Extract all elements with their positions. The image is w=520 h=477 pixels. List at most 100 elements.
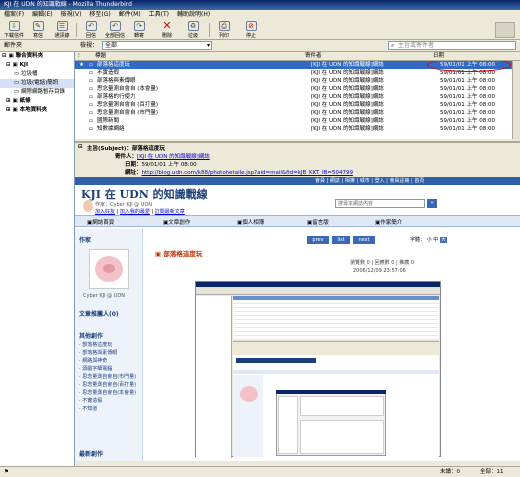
message-header-pane: ⊟ 主旨(Subject)：部落格這度玩 寄件人：[KJI 在 UDN 的知識戰… — [75, 141, 520, 177]
status-bar: ⚑ 未讀：0 全部：11 — [0, 466, 520, 477]
blog-author-line: 作家：Cyber KJI @ UDN — [95, 202, 153, 208]
message-row[interactable]: ▫ 知數據網絡 [KJI 在 UDN 的知識戰線]網誌 59/01/01 上午 08:… — [75, 125, 512, 133]
message-list: ★ ▫ 部落格這度玩 [KJI 在 UDN 的知識戰線]網誌 59/01/01 上午 0… — [75, 61, 512, 139]
message-row[interactable]: ▫ 思念量測自會自 (百打量) [KJI 在 UDN 的知識戰線]網誌 59/01/0… — [75, 101, 512, 109]
list-item[interactable]: · 不知道 — [79, 405, 136, 413]
author-name[interactable]: Cyber KJI @ UDN — [83, 293, 125, 299]
list-item[interactable]: · 不實造假 — [79, 397, 136, 405]
junk-icon: ♻ — [187, 21, 199, 31]
list-item[interactable]: · 思念量測自會自(百打量) — [79, 381, 136, 389]
message-row[interactable]: ▫ 思念量測自會自 (市門量) [KJI 在 UDN 的知識戰線]網誌 59/01/0… — [75, 109, 512, 117]
folder-item[interactable]: ⊞ ▣ 紙條 — [0, 97, 74, 106]
thread-column-icon[interactable]: ⁝ — [78, 52, 80, 61]
fans-section-title: 文章推薦人(0) — [79, 311, 119, 318]
address-book-icon: ☰ — [56, 21, 68, 31]
tab-guestbook[interactable]: ▣留言版 — [307, 218, 329, 226]
list-item[interactable]: · 部落格與素傳眼 — [79, 349, 136, 357]
message-row[interactable]: ▫ 思念量測自會自 (本會量) [KJI 在 UDN 的知識戰線]網誌 59/01/0… — [75, 85, 512, 93]
message-list-scrollbar[interactable] — [512, 61, 520, 139]
menu-go[interactable]: 移至(G) — [85, 10, 114, 20]
search-icon: ⌕ — [391, 42, 395, 49]
search-input[interactable]: ⌕ 主旨或寄件者 — [388, 41, 516, 50]
folder-pane: ⊟ ▣ 聯合資料夾 ⊟ ▣ KJI ▭ 垃圾桶 ▭ 垃圾(電話)簡訊 ▭ 網際網… — [0, 52, 75, 477]
print-button[interactable]: ⎙ 列印 — [213, 21, 235, 39]
list-item[interactable]: · 思念量測自會自(市門量) — [79, 373, 136, 381]
download-button[interactable]: ⇩ 下載信件 — [3, 21, 25, 39]
window-title: KJI 在 UDN 的知識戰線 - Mozilla Thunderbird — [0, 0, 520, 10]
tab-blog-home[interactable]: ▣網誌首頁 — [87, 218, 114, 226]
avatar-icon — [83, 200, 93, 212]
tab-album[interactable]: ▣個人相簿 — [237, 218, 264, 226]
article-meta: 瀏覽數 0 | 回應數 0 | 推薦 0 — [350, 260, 415, 266]
reply-button[interactable]: ↶ 回信 — [80, 21, 102, 39]
blog-title: KJI 在 UDN 的知識戰線 — [81, 188, 208, 201]
list-item[interactable]: · 思念量測自會自(本會量) — [79, 389, 136, 397]
list-item[interactable]: · 頭戲字細電腦 — [79, 365, 136, 373]
sender-column-header[interactable]: 寄件者 — [305, 52, 322, 61]
tab-articles[interactable]: ▣文章創作 — [163, 218, 190, 226]
folder-item[interactable]: ⊞ ▣ 本地資料夾 — [0, 106, 74, 115]
author-section-title: 作家 — [79, 237, 92, 244]
message-row[interactable]: ▫ 國際新聞 [KJI 在 UDN 的知識戰線]網誌 59/01/01 上午 08:0… — [75, 117, 512, 125]
toolbar: ⇩ 下載信件 ✎ 寫信 ☰ 通訊錄 ↶ 回信 ↶ 全部回信 ↷ 轉寄 ✕ 刪除 ♻ 垃圾 ⎙ 列印… — [0, 20, 520, 40]
folder-item[interactable]: ▭ 垃圾桶 — [0, 70, 74, 79]
address-book-button[interactable]: ☰ 通訊錄 — [51, 21, 73, 39]
stop-button[interactable]: ⊘ 停止 — [240, 21, 262, 39]
collapse-header-icon[interactable]: ⊟ — [78, 144, 83, 150]
message-list-header: ⁝ 標題 寄件者 日期 — [75, 52, 520, 61]
throbber-icon — [495, 22, 515, 38]
blog-preview: 會員 | 網誌 | 相簿 | 城市 | 登入 | 會員註冊 | 首頁 KJI 在… — [75, 177, 520, 461]
blog-search-input[interactable]: 搜尋本網誌內容 — [335, 199, 425, 208]
menu-message[interactable]: 郵件(M) — [115, 10, 145, 20]
other-works-list: · 部落格這度玩 · 部落格與素傳眼 · 網路與神奇 · 頭戲字細電腦 · 思念… — [79, 341, 136, 413]
folder-item[interactable]: ⊟ ▣ 聯合資料夾 — [0, 52, 74, 61]
tab-profile[interactable]: ▣作家簡介 — [375, 218, 402, 226]
font-size-control: 字體： 小 中 大 — [410, 237, 447, 243]
status-icon: ⚑ — [4, 469, 9, 475]
menu-view[interactable]: 檢視(V) — [57, 10, 86, 20]
menu-file[interactable]: 檔案(F) — [0, 10, 28, 20]
blog-sidebar: 作家 Cyber KJI @ UDN 文章推薦人(0) 其他創作 · 部落格這度… — [75, 229, 143, 461]
reply-all-icon: ↶ — [109, 21, 121, 31]
junk-button[interactable]: ♻ 垃圾 — [182, 21, 204, 39]
list-item[interactable]: · 部落格這度玩 — [79, 341, 136, 349]
sub-toolbar: 郵件夾 檢視： 全部 ▾ ⌕ 主旨或寄件者 — [0, 40, 520, 52]
folder-item[interactable]: ▭ 網際網路暫存目錄 — [0, 88, 74, 97]
other-works-title: 其他創作 — [79, 333, 104, 340]
latest-works-title: 最新創作 — [79, 451, 104, 458]
message-row[interactable]: ▫ 部落格與素傳眼 [KJI 在 UDN 的知識戰線]網誌 59/01/01 上午 0… — [75, 77, 512, 85]
list-button[interactable]: list — [332, 236, 350, 244]
message-row[interactable]: ▫ 部落格的行使力 [KJI 在 UDN 的知識戰線]網誌 59/01/01 上午 0… — [75, 93, 512, 101]
author-photo — [89, 249, 129, 289]
delete-icon: ✕ — [162, 19, 172, 32]
message-url-link[interactable]: http://blog.udn.com/k88/photohetaile.jsp… — [142, 170, 353, 176]
menu-edit[interactable]: 編輯(E) — [28, 10, 56, 20]
folder-item[interactable]: ⊟ ▣ KJI — [0, 61, 74, 70]
prev-button[interactable]: prev — [307, 236, 329, 244]
print-icon: ⎙ — [218, 21, 230, 31]
folders-pane-label: 郵件夾 — [4, 42, 23, 49]
embedded-screenshot-image — [195, 281, 441, 458]
download-icon: ⇩ — [8, 21, 20, 31]
chevron-down-icon: ▾ — [206, 42, 210, 49]
view-select[interactable]: 全部 ▾ — [102, 41, 212, 50]
compose-button[interactable]: ✎ 寫信 — [27, 21, 49, 39]
list-item[interactable]: · 網路與神奇 — [79, 357, 136, 365]
article-timestamp: 2006/12/09 23:57:06 — [353, 268, 406, 274]
forward-icon: ↷ — [133, 21, 145, 31]
total-count: 全部：11 — [480, 469, 504, 475]
date-column-header[interactable]: 日期 — [433, 52, 444, 61]
folder-item-selected[interactable]: ▭ 垃圾(電話)簡訊 — [0, 79, 74, 88]
menu-help[interactable]: 輔助說明(H) — [173, 10, 214, 20]
blog-tabs: ▣網誌首頁 ▣文章創作 ▣個人相簿 ▣留言版 ▣作家簡介 — [75, 215, 520, 227]
delete-button[interactable]: ✕ 刪除 — [156, 19, 178, 39]
next-button[interactable]: next — [353, 236, 375, 244]
reply-icon: ↶ — [85, 21, 97, 31]
unread-count: 未讀：0 — [440, 469, 461, 475]
stop-icon: ⊘ — [245, 21, 257, 31]
blog-search-button[interactable]: » — [427, 199, 437, 208]
udn-top-nav: 會員 | 網誌 | 相簿 | 城市 | 登入 | 會員註冊 | 首頁 — [75, 177, 520, 185]
forward-button[interactable]: ↷ 轉寄 — [128, 21, 150, 39]
reply-all-button[interactable]: ↶ 全部回信 — [104, 21, 126, 39]
subject-column-header[interactable]: 標題 — [95, 52, 106, 61]
